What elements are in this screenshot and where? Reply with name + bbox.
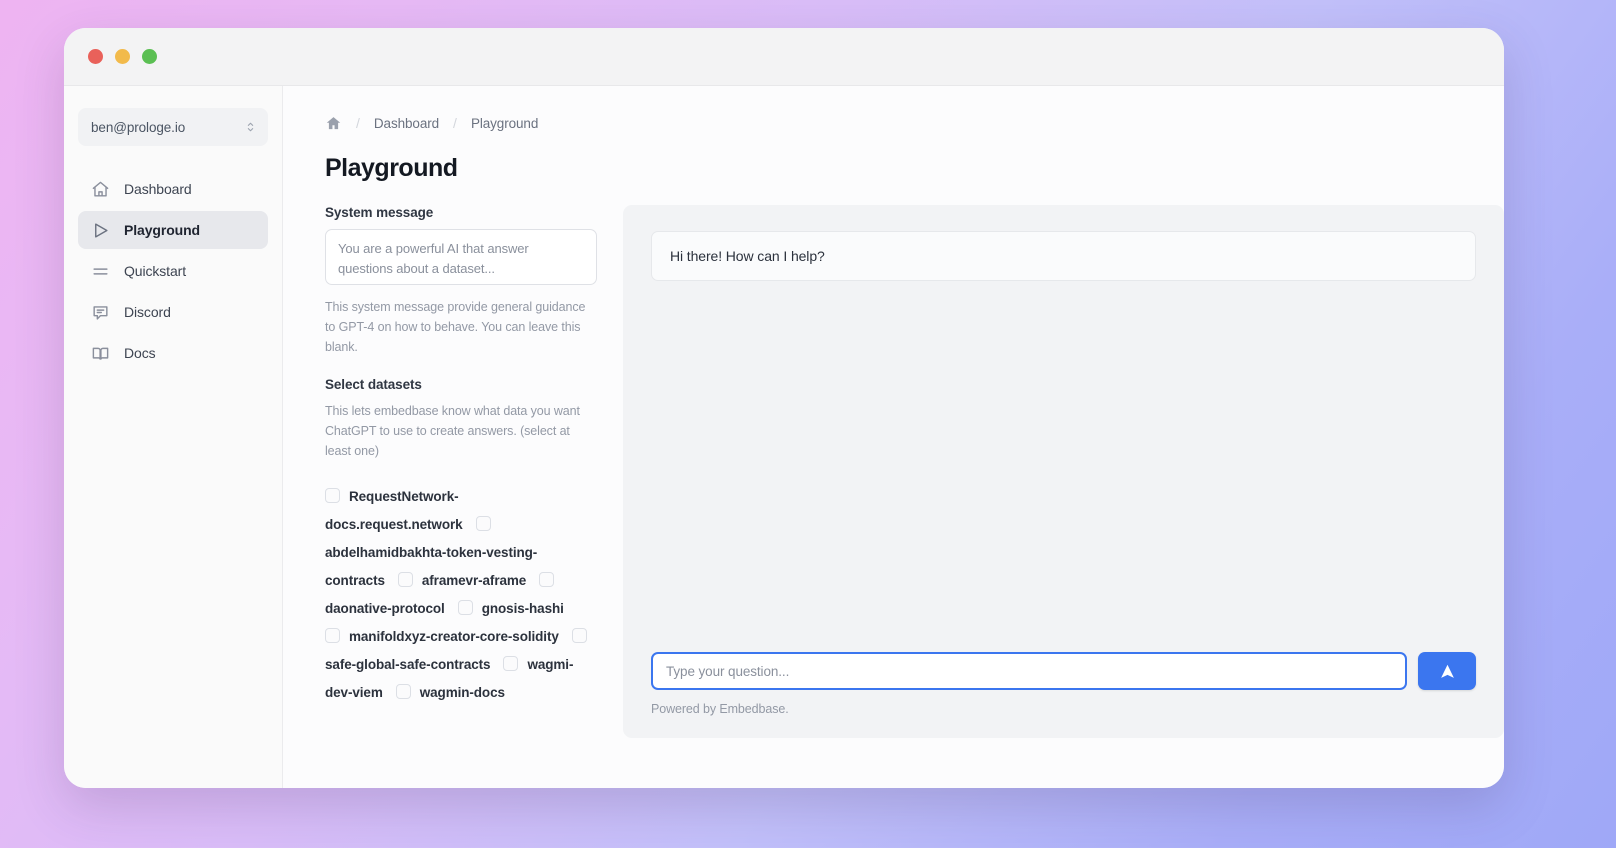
sidebar-item-label: Dashboard [124,181,192,197]
sidebar-nav: Dashboard Playground Quickstart [78,170,268,375]
page-title: Playground [325,154,1504,183]
minimize-window-button[interactable] [115,49,130,64]
window-body: ben@prologe.io Dashboard [64,86,1504,788]
sidebar-item-playground[interactable]: Playground [78,211,268,249]
breadcrumb-item-playground[interactable]: Playground [471,116,538,131]
chevron-updown-icon [244,117,257,137]
dataset-checkbox[interactable] [503,656,518,671]
window-titlebar [64,28,1504,86]
dataset-list: RequestNetwork-docs.request.networkabdel… [325,483,597,707]
dataset-label: safe-global-safe-contracts [325,657,490,672]
play-icon [91,221,110,240]
breadcrumb-separator: / [356,115,360,131]
dataset-label: wagmin-docs [420,685,505,700]
dataset-label: daonative-protocol [325,601,445,616]
dataset-label: manifoldxyz-creator-core-solidity [349,629,559,644]
system-message-input[interactable] [325,229,597,285]
close-window-button[interactable] [88,49,103,64]
account-selector[interactable]: ben@prologe.io [78,108,268,146]
select-datasets-label: Select datasets [325,377,597,392]
send-icon [1439,663,1456,680]
dataset-item[interactable]: RequestNetwork-docs.request.network [325,488,476,533]
playground-columns: System message This system message provi… [325,205,1504,738]
dataset-item[interactable]: aframevr-aframe [398,572,539,589]
main-content: / Dashboard / Playground Playground Syst… [283,86,1504,788]
dataset-checkbox[interactable] [325,488,340,503]
dataset-checkbox[interactable] [325,628,340,643]
send-button[interactable] [1418,652,1476,690]
dataset-checkbox[interactable] [539,572,554,587]
home-icon[interactable] [325,115,342,132]
chat-spacer [651,281,1476,652]
book-icon [91,344,110,363]
chat-message-assistant: Hi there! How can I help? [651,231,1476,281]
maximize-window-button[interactable] [142,49,157,64]
dataset-checkbox[interactable] [458,600,473,615]
sidebar: ben@prologe.io Dashboard [64,86,283,788]
dataset-item[interactable]: manifoldxyz-creator-core-solidity [325,628,572,645]
dataset-checkbox[interactable] [476,516,491,531]
chat-input-row [651,652,1476,690]
breadcrumb-separator: / [453,115,457,131]
select-datasets-helper: This lets embedbase know what data you w… [325,401,597,461]
dataset-checkbox[interactable] [398,572,413,587]
dataset-checkbox[interactable] [572,628,587,643]
chat-panel: Hi there! How can I help? Powered by Emb… [623,205,1504,738]
sidebar-item-discord[interactable]: Discord [78,293,268,331]
chat-bubble-icon [91,303,110,322]
config-panel: System message This system message provi… [325,205,597,738]
dataset-checkbox[interactable] [396,684,411,699]
breadcrumb: / Dashboard / Playground [325,112,1504,134]
sidebar-item-label: Docs [124,345,156,361]
dataset-label: RequestNetwork-docs.request.network [325,489,463,532]
traffic-lights [88,49,157,64]
home-icon [91,180,110,199]
lines-icon [91,262,110,281]
dataset-label: aframevr-aframe [422,573,526,588]
system-message-helper: This system message provide general guid… [325,297,597,357]
sidebar-item-label: Discord [124,304,171,320]
breadcrumb-item-dashboard[interactable]: Dashboard [374,116,439,131]
dataset-label: gnosis-hashi [482,601,564,616]
sidebar-item-label: Quickstart [124,263,186,279]
powered-by-label: Powered by Embedbase. [651,702,1476,716]
system-message-label: System message [325,205,597,220]
dataset-item[interactable]: gnosis-hashi [458,600,577,617]
sidebar-item-docs[interactable]: Docs [78,334,268,372]
sidebar-item-dashboard[interactable]: Dashboard [78,170,268,208]
sidebar-item-label: Playground [124,222,200,238]
app-window: ben@prologe.io Dashboard [64,28,1504,788]
account-email: ben@prologe.io [91,120,244,135]
dataset-item[interactable]: wagmin-docs [396,684,518,701]
question-input[interactable] [651,652,1407,690]
sidebar-item-quickstart[interactable]: Quickstart [78,252,268,290]
